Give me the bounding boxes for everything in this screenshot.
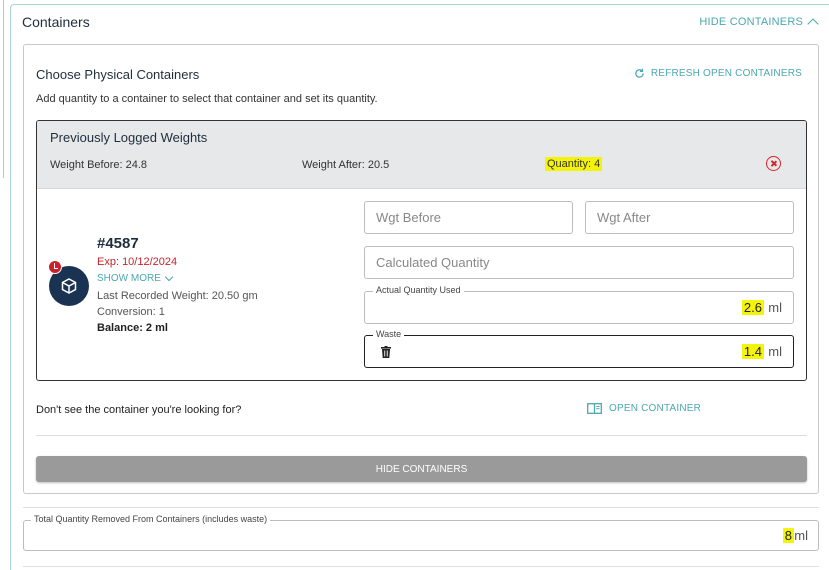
container-number: #4587 — [97, 235, 139, 252]
logged-title: Previously Logged Weights — [50, 130, 208, 145]
wgt-before-input[interactable]: Wgt Before — [364, 201, 573, 234]
box-icon — [61, 278, 77, 294]
wgt-after-input[interactable]: Wgt After — [585, 201, 794, 234]
open-container-button[interactable]: OPEN CONTAINER — [587, 403, 701, 414]
expiration-date: Exp: 10/12/2024 — [97, 256, 178, 268]
calculated-quantity-placeholder: Calculated Quantity — [376, 255, 490, 270]
show-more-button[interactable]: SHOW MORE — [97, 272, 174, 284]
divider — [36, 435, 807, 436]
refresh-open-containers-button[interactable]: REFRESH OPEN CONTAINERS — [634, 68, 802, 79]
book-open-icon — [587, 403, 602, 414]
left-panel-edge — [0, 0, 4, 178]
balance-text: Balance: 2 ml — [97, 322, 168, 334]
chevron-up-icon — [807, 18, 819, 30]
hide-containers-button[interactable]: HIDE CONTAINERS — [36, 456, 807, 482]
container-entry: Previously Logged Weights Weight Before:… — [36, 120, 807, 381]
divider — [23, 566, 819, 567]
total-quantity-field[interactable]: Total Quantity Removed From Containers (… — [23, 514, 819, 551]
card-title: Choose Physical Containers — [36, 67, 200, 82]
actual-quantity-unit: ml — [768, 300, 782, 315]
trash-icon[interactable] — [381, 346, 391, 358]
open-container-label: OPEN CONTAINER — [609, 403, 702, 414]
dont-see-text: Don't see the container you're looking f… — [36, 404, 242, 416]
physical-containers-card: Choose Physical Containers Add quantity … — [23, 44, 819, 494]
actual-quantity-field[interactable]: Actual Quantity Used 2.6 ml — [364, 285, 794, 324]
containers-title: Containers — [22, 14, 90, 30]
wgt-after-placeholder: Wgt After — [597, 210, 651, 225]
total-quantity-unit: ml — [794, 528, 808, 543]
chevron-down-icon — [164, 272, 174, 282]
weight-after-text: Weight After: 20.5 — [302, 159, 390, 171]
previously-logged-weights: Previously Logged Weights Weight Before:… — [37, 121, 806, 189]
quantity-text: Quantity: 4 — [545, 157, 603, 171]
waste-value[interactable]: 1.4 — [741, 344, 764, 359]
hide-containers-label: HIDE CONTAINERS — [699, 16, 803, 28]
hide-containers-link[interactable]: HIDE CONTAINERS — [699, 16, 819, 30]
actual-quantity-value[interactable]: 2.6 — [741, 300, 764, 315]
conversion-text: Conversion: 1 — [97, 306, 165, 318]
waste-label: Waste — [373, 329, 405, 339]
last-recorded-weight: Last Recorded Weight: 20.50 gm — [97, 290, 258, 302]
refresh-label: REFRESH OPEN CONTAINERS — [650, 68, 802, 79]
wgt-before-placeholder: Wgt Before — [376, 210, 442, 225]
close-circle-icon[interactable] — [766, 156, 781, 171]
card-subtitle: Add quantity to a container to select th… — [36, 93, 378, 105]
total-quantity-value[interactable]: 8 — [782, 528, 794, 543]
clock-icon — [48, 260, 62, 274]
show-more-label: SHOW MORE — [97, 273, 161, 284]
refresh-icon — [635, 68, 644, 78]
actual-quantity-label: Actual Quantity Used — [373, 285, 464, 295]
total-quantity-label: Total Quantity Removed From Containers (… — [31, 514, 271, 524]
weight-before-text: Weight Before: 24.8 — [50, 159, 148, 171]
calculated-quantity-input[interactable]: Calculated Quantity — [364, 246, 794, 279]
divider — [23, 507, 819, 508]
waste-field[interactable]: Waste 1.4 ml — [364, 329, 794, 368]
waste-unit: ml — [768, 344, 782, 359]
